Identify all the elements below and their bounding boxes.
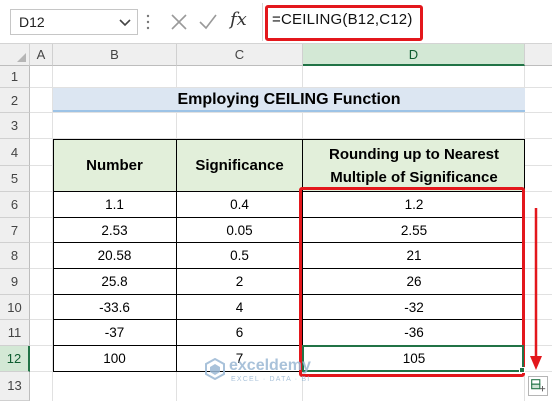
watermark-tagline: EXCEL · DATA · BI (231, 376, 311, 383)
cell-number[interactable]: 100 (53, 346, 176, 372)
enter-icon[interactable] (198, 13, 218, 31)
row-header-13[interactable]: 13 (0, 372, 30, 401)
column-header-e[interactable] (525, 44, 552, 66)
row-header-4[interactable]: 4 (0, 139, 30, 166)
row-header-12[interactable]: 12 (0, 346, 30, 372)
cell-number[interactable]: -37 (53, 320, 176, 346)
cell-number[interactable]: -33.6 (53, 295, 176, 320)
autofill-options-icon[interactable] (528, 376, 548, 396)
header-significance[interactable]: Significance (177, 139, 302, 192)
sheet-title[interactable]: Employing CEILING Function (53, 88, 525, 112)
column-header-c[interactable]: C (177, 44, 303, 66)
cell-significance[interactable]: 2 (177, 269, 302, 295)
row-header-7[interactable]: 7 (0, 218, 30, 243)
row-header-3[interactable]: 3 (0, 113, 30, 139)
cell-significance[interactable]: 4 (177, 295, 302, 320)
row-header-8[interactable]: 8 (0, 243, 30, 269)
column-header-d[interactable]: D (303, 44, 525, 66)
cancel-icon[interactable] (170, 13, 188, 31)
formula-bar: D12 fx =CEILING(B12,C12) (0, 0, 552, 44)
header-rounding[interactable]: Rounding up to Nearest Multiple of Signi… (303, 139, 525, 192)
cell-significance[interactable]: 6 (177, 320, 302, 346)
cell-number[interactable]: 1.1 (53, 192, 176, 218)
watermark: exceldemy EXCEL · DATA · BI (205, 356, 345, 388)
exceldemy-logo-icon (205, 358, 225, 380)
formula-actions: fx (164, 9, 256, 35)
name-box-dropdown-icon[interactable] (119, 18, 131, 28)
watermark-name: exceldemy (229, 357, 311, 374)
cell-number[interactable]: 25.8 (53, 269, 176, 295)
select-all-corner[interactable] (0, 44, 30, 66)
name-box-value: D12 (19, 14, 45, 30)
header-number[interactable]: Number (53, 139, 176, 192)
row-header-9[interactable]: 9 (0, 269, 30, 295)
cell-significance[interactable]: 0.05 (177, 218, 302, 243)
formula-bar-splitter[interactable] (146, 13, 150, 31)
cell-number[interactable]: 2.53 (53, 218, 176, 243)
fill-handle[interactable] (519, 367, 525, 373)
row-header-5[interactable]: 5 (0, 166, 30, 192)
fx-icon[interactable]: fx (230, 9, 247, 30)
row-header-1[interactable]: 1 (0, 66, 30, 88)
cell-significance[interactable]: 0.5 (177, 243, 302, 269)
fill-down-arrow-icon (530, 208, 542, 370)
column-header-b[interactable]: B (53, 44, 177, 66)
row-header-10[interactable]: 10 (0, 295, 30, 320)
name-box[interactable]: D12 (10, 9, 138, 35)
column-header-a[interactable]: A (30, 44, 53, 66)
formula-text[interactable]: =CEILING(B12,C12) (272, 11, 413, 28)
row-header-6[interactable]: 6 (0, 192, 30, 218)
row-header-2[interactable]: 2 (0, 88, 30, 113)
row-header-11[interactable]: 11 (0, 320, 30, 346)
cell-number[interactable]: 20.58 (53, 243, 176, 269)
cell-significance[interactable]: 0.4 (177, 192, 302, 218)
